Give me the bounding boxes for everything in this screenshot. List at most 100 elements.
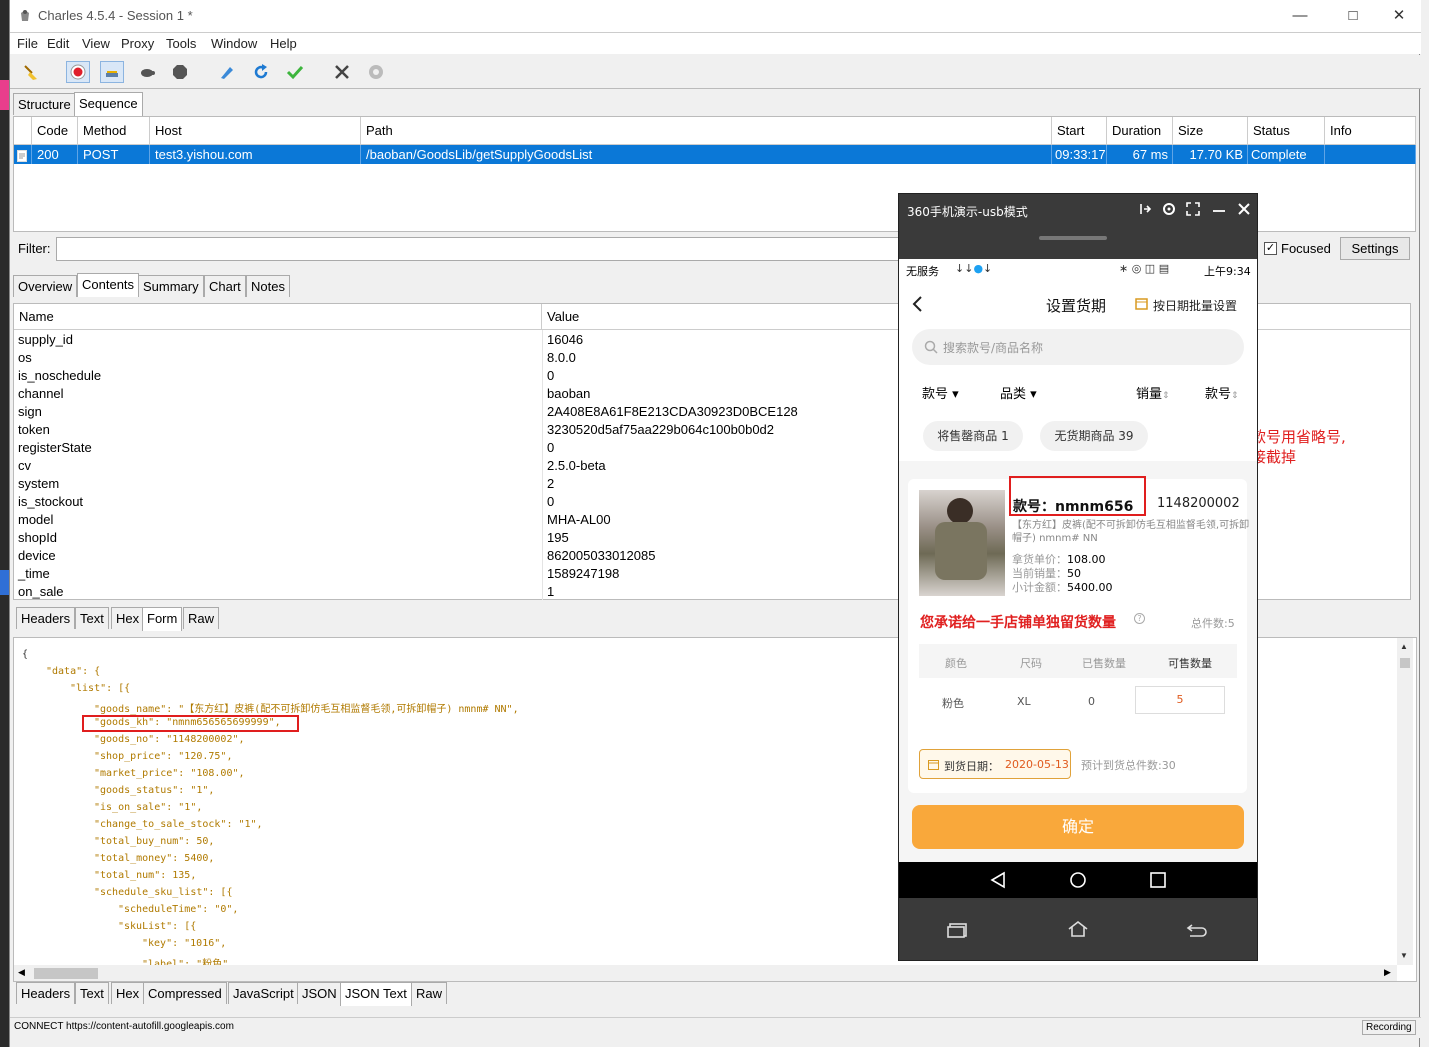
- column-header-host[interactable]: Host: [150, 117, 361, 145]
- kv-key: sign: [18, 404, 42, 419]
- menu-help[interactable]: Help: [270, 36, 297, 51]
- breakpoint-icon[interactable]: [168, 61, 192, 83]
- tab-res-json-text[interactable]: JSON Text: [340, 982, 412, 1006]
- tab-req-form[interactable]: Form: [142, 607, 183, 631]
- focused-checkbox[interactable]: ✓: [1264, 242, 1277, 255]
- tab-res-text[interactable]: Text: [75, 982, 109, 1004]
- column-header-status[interactable]: Status: [1248, 117, 1325, 145]
- multitask-icon[interactable]: [947, 922, 969, 938]
- tools-icon[interactable]: [330, 61, 354, 83]
- validate-check-icon[interactable]: [283, 61, 307, 83]
- settings-button[interactable]: Settings: [1340, 237, 1410, 260]
- tab-req-hex[interactable]: Hex: [111, 607, 145, 629]
- tab-res-headers[interactable]: Headers: [16, 982, 76, 1004]
- kv-value: 2: [547, 476, 555, 491]
- tab-req-text[interactable]: Text: [75, 607, 109, 629]
- tab-res-hex[interactable]: Hex: [111, 982, 145, 1004]
- calendar-small-icon: [928, 760, 939, 770]
- column-header-duration[interactable]: Duration: [1107, 117, 1173, 145]
- filter-kh-sort[interactable]: 款号⇕: [1205, 383, 1239, 402]
- tab-notes[interactable]: Notes: [246, 275, 290, 297]
- close-button[interactable]: ✕: [1376, 2, 1422, 30]
- menu-view[interactable]: View: [82, 36, 110, 51]
- nav-back-icon[interactable]: [989, 871, 1007, 889]
- column-header-code[interactable]: Code: [32, 117, 78, 145]
- column-header-info[interactable]: Info: [1325, 117, 1416, 145]
- menu-proxy[interactable]: Proxy: [121, 36, 154, 51]
- tab-overview[interactable]: Overview: [13, 275, 78, 297]
- help-icon[interactable]: ?: [1134, 613, 1145, 624]
- phone-mirror-window: 360手机演示-usb模式 无服务 ↓↓●↓ ∗ ◎ ◫ ▤ 上午9:34 设置…: [898, 193, 1258, 961]
- tab-res-raw[interactable]: Raw: [411, 982, 448, 1004]
- column-header-method[interactable]: Method: [78, 117, 150, 145]
- json-line: "goods_status": "1",: [94, 785, 215, 796]
- filter-kh[interactable]: 款号 ▾: [922, 383, 959, 402]
- throttle-icon[interactable]: [100, 61, 124, 83]
- menu-window[interactable]: Window: [211, 36, 257, 51]
- horizontal-scrollbar[interactable]: ◀ ▶: [14, 965, 1397, 981]
- minimize-button[interactable]: —: [1277, 2, 1323, 30]
- drag-handle[interactable]: [1039, 236, 1107, 240]
- repeat-icon[interactable]: [249, 61, 273, 83]
- phone-status-carrier: 无服务: [906, 265, 939, 278]
- column-header-path[interactable]: Path: [361, 117, 1052, 145]
- tab-req-headers[interactable]: Headers: [16, 607, 76, 629]
- tab-structure[interactable]: Structure: [13, 93, 76, 115]
- column-header-start[interactable]: Start: [1052, 117, 1107, 145]
- turtle-icon[interactable]: [135, 61, 159, 83]
- return-icon[interactable]: [1186, 922, 1208, 938]
- focused-label: Focused: [1281, 241, 1331, 256]
- record-icon[interactable]: [66, 61, 90, 83]
- column-header-icon[interactable]: [14, 117, 32, 145]
- close-icon[interactable]: [1236, 201, 1252, 217]
- batch-date-button[interactable]: 按日期批量设置: [1153, 297, 1237, 314]
- compose-pen-icon[interactable]: [215, 61, 239, 83]
- tab-chart[interactable]: Chart: [204, 275, 246, 297]
- back-arrow-icon[interactable]: [911, 295, 925, 313]
- tab-res-json[interactable]: JSON: [297, 982, 342, 1004]
- nav-home-icon[interactable]: [1069, 871, 1087, 889]
- kv-value: 16046: [547, 332, 584, 347]
- menu-edit[interactable]: Edit: [47, 36, 69, 51]
- kv-value: MHA-AL00: [547, 512, 611, 527]
- table-row-selected[interactable]: 200 POST test3.yishou.com /baoban/GoodsL…: [14, 145, 1416, 164]
- filter-category[interactable]: 品类 ▾: [1000, 383, 1037, 402]
- tab-res-compressed[interactable]: Compressed: [143, 982, 227, 1004]
- menu-bar: File Edit View Proxy Tools Window Help: [10, 32, 1421, 54]
- tab-contents[interactable]: Contents: [77, 273, 140, 297]
- nav-recents-icon[interactable]: [1149, 871, 1167, 889]
- minimize-icon[interactable]: [1211, 201, 1227, 217]
- tab-req-raw[interactable]: Raw: [183, 607, 220, 629]
- menu-tools[interactable]: Tools: [166, 36, 196, 51]
- maximize-button[interactable]: □: [1330, 2, 1376, 30]
- pin-icon[interactable]: [1137, 201, 1153, 217]
- filter-sales[interactable]: 销量⇕: [1136, 383, 1170, 402]
- settings-gear-icon[interactable]: [364, 61, 388, 83]
- broom-icon[interactable]: [19, 61, 43, 83]
- confirm-button[interactable]: 确定: [912, 805, 1244, 849]
- tab-summary[interactable]: Summary: [138, 275, 204, 297]
- column-header-size[interactable]: Size: [1173, 117, 1248, 145]
- tab-sequence[interactable]: Sequence: [74, 92, 143, 116]
- json-line: "schedule_sku_list": [{: [94, 887, 233, 898]
- vertical-scrollbar[interactable]: ▲ ▼: [1397, 638, 1413, 965]
- cell-duration: 67 ms: [1107, 145, 1173, 164]
- price-block: 拿货单价：108.00 当前销量：50 小计金额：5400.00: [1012, 553, 1113, 594]
- tab-res-javascript[interactable]: JavaScript: [228, 982, 299, 1004]
- chip-soon-sold-out[interactable]: 将售罄商品 1: [923, 421, 1023, 451]
- json-line: {: [22, 649, 29, 660]
- available-qty-input[interactable]: 5: [1135, 686, 1225, 714]
- menu-file[interactable]: File: [17, 36, 38, 51]
- kv-value: 2A408E8A61F8E213CDA30923D0BCE128: [547, 404, 798, 419]
- home-icon[interactable]: [1067, 920, 1089, 938]
- chip-no-schedule[interactable]: 无货期商品 39: [1040, 421, 1148, 451]
- search-input[interactable]: 搜索款号/商品名称: [912, 329, 1244, 365]
- kv-key: supply_id: [18, 332, 73, 347]
- column-header-name[interactable]: Name: [14, 304, 542, 330]
- filter-label: Filter:: [18, 241, 51, 256]
- fullscreen-icon[interactable]: [1185, 201, 1201, 217]
- kv-value: 0: [547, 368, 555, 383]
- search-icon: [924, 340, 938, 354]
- gear-icon[interactable]: [1161, 201, 1177, 217]
- arrival-date-button[interactable]: 到货日期： 2020-05-13: [919, 749, 1071, 779]
